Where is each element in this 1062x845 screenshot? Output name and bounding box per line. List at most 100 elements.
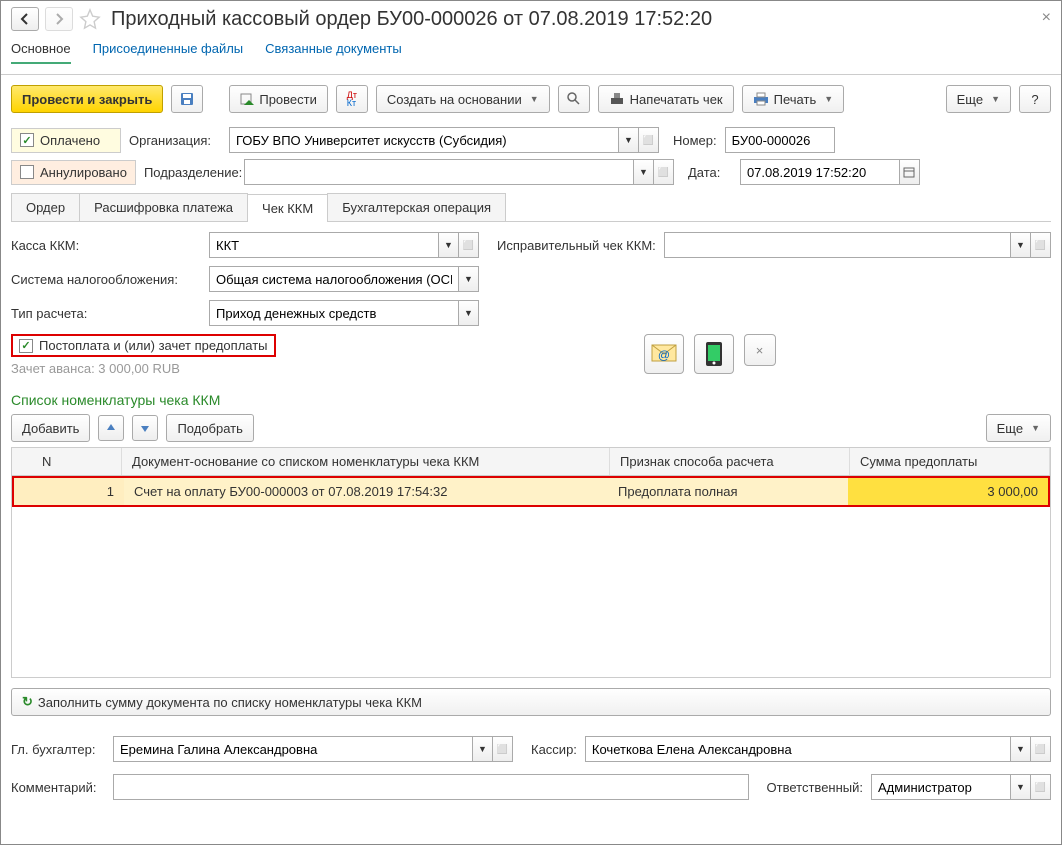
printer-icon — [753, 92, 769, 106]
favorite-star-icon[interactable] — [79, 8, 101, 30]
create-based-label: Создать на основании — [387, 92, 522, 107]
subtab-check-kkm[interactable]: Чек ККМ — [247, 194, 328, 222]
accountant-open-button[interactable]: ⬜ — [493, 736, 513, 762]
table-empty-area[interactable] — [12, 507, 1050, 677]
responsible-label: Ответственный: — [767, 780, 863, 795]
dt-kt-button[interactable]: ДтКт — [336, 85, 368, 113]
pick-button[interactable]: Подобрать — [166, 414, 253, 442]
kassa-dropdown-button[interactable]: ▼ — [439, 232, 459, 258]
dept-input[interactable] — [244, 159, 634, 185]
corr-input[interactable] — [664, 232, 1011, 258]
comment-input[interactable] — [113, 774, 749, 800]
help-button[interactable]: ? — [1019, 85, 1051, 113]
arrow-right-icon — [53, 13, 65, 25]
org-label: Организация: — [129, 133, 221, 148]
tax-dropdown-button[interactable]: ▼ — [459, 266, 479, 292]
email-button[interactable]: @ — [644, 334, 684, 374]
kassa-input[interactable] — [209, 232, 439, 258]
col-doc[interactable]: Документ-основание со списком номенклату… — [122, 448, 610, 475]
arrow-up-icon — [105, 422, 117, 434]
save-icon — [179, 91, 195, 107]
date-input[interactable] — [740, 159, 900, 185]
pick-label: Подобрать — [177, 421, 242, 436]
nomenclature-title: Список номенклатуры чека ККМ — [11, 392, 1051, 408]
add-row-button[interactable]: Добавить — [11, 414, 90, 442]
clear-button[interactable]: × — [744, 334, 776, 366]
print-check-label: Напечатать чек — [630, 92, 723, 107]
cashier-dropdown-button[interactable]: ▼ — [1011, 736, 1031, 762]
postpay-checkbox[interactable] — [19, 339, 33, 353]
tax-input[interactable] — [209, 266, 459, 292]
more-label: Еще — [957, 92, 983, 107]
nav-forward-button[interactable] — [45, 7, 73, 31]
responsible-input[interactable] — [871, 774, 1011, 800]
responsible-open-button[interactable]: ⬜ — [1031, 774, 1051, 800]
cancelled-checkbox-container[interactable]: Аннулировано — [11, 160, 136, 185]
org-dropdown-button[interactable]: ▼ — [619, 127, 639, 153]
calc-type-dropdown-button[interactable]: ▼ — [459, 300, 479, 326]
org-input[interactable] — [229, 127, 619, 153]
kassa-open-button[interactable]: ⬜ — [459, 232, 479, 258]
kassa-label: Касса ККМ: — [11, 238, 201, 253]
dept-dropdown-button[interactable]: ▼ — [634, 159, 654, 185]
more-button[interactable]: Еще ▼ — [946, 85, 1011, 113]
nav-back-button[interactable] — [11, 7, 39, 31]
accountant-input[interactable] — [113, 736, 473, 762]
move-down-button[interactable] — [132, 415, 158, 441]
col-sum[interactable]: Сумма предоплаты — [850, 448, 1050, 475]
dt-kt-icon: ДтКт — [347, 91, 357, 107]
subtab-decode[interactable]: Расшифровка платежа — [79, 193, 248, 221]
sms-button[interactable] — [694, 334, 734, 374]
cell-doc: Счет на оплату БУ00-000003 от 07.08.2019… — [124, 478, 608, 505]
responsible-dropdown-button[interactable]: ▼ — [1011, 774, 1031, 800]
search-button[interactable] — [558, 85, 590, 113]
move-up-button[interactable] — [98, 415, 124, 441]
tab-main[interactable]: Основное — [11, 41, 71, 64]
create-based-on-button[interactable]: Создать на основании ▼ — [376, 85, 550, 113]
fill-sum-button[interactable]: ↻ Заполнить сумму документа по списку но… — [11, 688, 1051, 716]
cashier-open-button[interactable]: ⬜ — [1031, 736, 1051, 762]
close-button[interactable]: × — [1042, 9, 1051, 27]
post-button[interactable]: Провести — [229, 85, 328, 113]
add-label: Добавить — [22, 421, 79, 436]
subtab-accounting-op[interactable]: Бухгалтерская операция — [327, 193, 506, 221]
tab-related-docs[interactable]: Связанные документы — [265, 41, 402, 64]
paid-checkbox-container[interactable]: Оплачено — [11, 128, 121, 153]
org-open-button[interactable]: ⬜ — [639, 127, 659, 153]
nomenclature-table: N Документ-основание со списком номенкла… — [11, 447, 1051, 678]
paid-checkbox[interactable] — [20, 133, 34, 147]
col-sign[interactable]: Признак способа расчета — [610, 448, 850, 475]
table-row[interactable]: 1 Счет на оплату БУ00-000003 от 07.08.20… — [14, 478, 1048, 505]
accountant-dropdown-button[interactable]: ▼ — [473, 736, 493, 762]
calc-type-label: Тип расчета: — [11, 306, 201, 321]
refresh-icon: ↻ — [22, 694, 33, 710]
print-button[interactable]: Печать ▼ — [742, 85, 845, 113]
print-check-button[interactable]: Напечатать чек — [598, 85, 734, 113]
corr-open-button[interactable]: ⬜ — [1031, 232, 1051, 258]
dept-open-button[interactable]: ⬜ — [654, 159, 674, 185]
col-n[interactable]: N — [12, 448, 122, 475]
comment-label: Комментарий: — [11, 780, 105, 795]
cell-sign: Предоплата полная — [608, 478, 848, 505]
table-more-button[interactable]: Еще ▼ — [986, 414, 1051, 442]
save-button[interactable] — [171, 85, 203, 113]
post-and-close-button[interactable]: Провести и закрыть — [11, 85, 163, 113]
subtab-order[interactable]: Ордер — [11, 193, 80, 221]
chevron-down-icon: ▼ — [991, 94, 1000, 104]
corr-dropdown-button[interactable]: ▼ — [1011, 232, 1031, 258]
cancelled-checkbox[interactable] — [20, 165, 34, 179]
calc-type-input[interactable] — [209, 300, 459, 326]
advance-offset-text: Зачет аванса: 3 000,00 RUB — [11, 361, 276, 376]
fill-sum-label: Заполнить сумму документа по списку номе… — [38, 695, 422, 710]
date-label: Дата: — [688, 165, 732, 180]
email-icon: @ — [651, 344, 677, 364]
number-input[interactable] — [725, 127, 835, 153]
cancelled-label: Аннулировано — [40, 165, 127, 180]
cash-register-icon — [609, 92, 625, 106]
paid-label: Оплачено — [40, 133, 100, 148]
tab-attached-files[interactable]: Присоединенные файлы — [93, 41, 244, 64]
cashier-input[interactable] — [585, 736, 1011, 762]
table-more-label: Еще — [997, 421, 1023, 436]
date-calendar-button[interactable] — [900, 159, 920, 185]
calendar-icon — [903, 166, 915, 178]
